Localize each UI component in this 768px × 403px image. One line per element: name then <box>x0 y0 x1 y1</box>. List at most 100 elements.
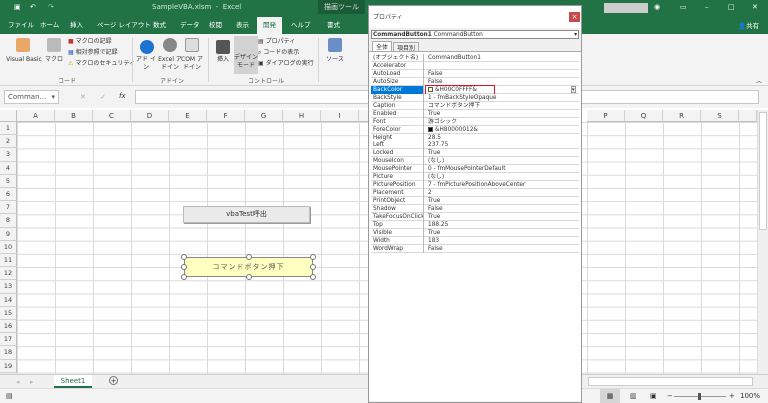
macro-security-button[interactable]: ⚠ マクロのセキュリティ <box>68 60 135 68</box>
row-header[interactable]: 19 <box>0 359 17 373</box>
row-header[interactable]: 18 <box>0 346 17 360</box>
vertical-scrollbar[interactable] <box>757 110 768 374</box>
horizontal-scrollbar[interactable] <box>588 377 753 386</box>
property-value[interactable]: (なし) <box>426 157 579 165</box>
sheet-tab-sheet1[interactable]: Sheet1 <box>54 375 92 388</box>
row-header[interactable]: 4 <box>0 161 17 175</box>
property-value[interactable]: CommandButton1 <box>426 54 579 62</box>
row-header[interactable]: 17 <box>0 333 17 347</box>
property-row[interactable]: Height 28.5 <box>371 133 579 142</box>
tab-formulas[interactable]: 数式 <box>147 17 172 34</box>
property-row[interactable]: Font 游ゴシック <box>371 117 579 126</box>
resize-handle[interactable] <box>181 264 187 270</box>
column-header[interactable]: G <box>245 110 283 122</box>
resize-handle[interactable] <box>310 264 316 270</box>
property-value[interactable]: 183 <box>426 237 579 245</box>
prev-sheet-icon[interactable]: ◂ <box>16 378 20 386</box>
redo-icon[interactable]: ↷ <box>48 0 54 14</box>
tab-all[interactable]: 全体 <box>372 41 393 51</box>
close-icon[interactable]: ✕ <box>752 0 758 14</box>
property-value[interactable]: False <box>426 205 579 213</box>
cancel-icon[interactable]: ✕ <box>80 93 86 101</box>
row-header[interactable]: 14 <box>0 293 17 307</box>
page-break-view-icon[interactable]: ▣ <box>650 392 657 400</box>
properties-close-button[interactable]: × <box>569 12 580 22</box>
property-value[interactable]: (なし) <box>426 173 579 181</box>
property-row[interactable]: Accelerator <box>371 61 579 70</box>
zoom-slider-thumb[interactable] <box>698 393 701 400</box>
property-row[interactable]: Width 183 <box>371 236 579 245</box>
column-header[interactable]: P <box>587 110 625 122</box>
property-row[interactable]: Enabled True <box>371 109 579 118</box>
run-dialog-button[interactable]: ▣ ダイアログの実行 <box>258 60 314 68</box>
tab-format[interactable]: 書式 <box>321 17 346 34</box>
macro-record-icon[interactable]: ▤ <box>6 392 13 400</box>
column-header[interactable] <box>739 110 757 122</box>
zoom-level[interactable]: 100% <box>740 392 760 400</box>
properties-title-bar[interactable]: プロパティ × <box>369 6 581 28</box>
addin-button[interactable]: アド イン <box>136 56 156 72</box>
tab-insert[interactable]: 挿入 <box>64 17 89 34</box>
property-row[interactable]: (オブジェクト名) CommandButton1 <box>371 54 579 62</box>
relative-ref-button[interactable]: ▦ 相対参照で記録 <box>68 49 118 57</box>
resize-handle[interactable] <box>310 254 316 260</box>
insert-control-button[interactable]: 挿入 <box>212 56 234 64</box>
property-row[interactable]: Locked True <box>371 149 579 158</box>
ribbon-display-icon[interactable]: ▭ <box>680 0 687 14</box>
zoom-out-icon[interactable]: − <box>667 392 673 400</box>
property-value[interactable]: True <box>426 197 579 205</box>
property-value[interactable]: True <box>426 149 579 157</box>
com-addin-button[interactable]: COM アドイン <box>180 56 204 72</box>
row-header[interactable]: 16 <box>0 320 17 334</box>
resize-handle[interactable] <box>246 254 252 260</box>
resize-handle[interactable] <box>181 254 187 260</box>
property-value[interactable]: コマンドボタン押下 <box>426 102 579 110</box>
property-row[interactable]: WordWrap False <box>371 244 579 253</box>
add-sheet-button[interactable]: + <box>109 376 118 385</box>
view-code-button[interactable]: ⌕ コードの表示 <box>258 49 299 57</box>
property-value[interactable]: 0 - fmMousePointerDefault <box>426 165 579 173</box>
row-header[interactable]: 7 <box>0 201 17 215</box>
tab-developer[interactable]: 開発 <box>257 17 282 34</box>
save-icon[interactable]: ▣ <box>14 0 21 14</box>
row-header[interactable]: 3 <box>0 148 17 162</box>
object-selector[interactable]: CommandButton1 CommandButton ▾ <box>371 30 579 39</box>
normal-view-icon[interactable]: ▦ <box>600 389 620 403</box>
property-value[interactable]: 游ゴシック <box>426 118 579 126</box>
property-row[interactable]: Placement 2 <box>371 189 579 198</box>
property-value[interactable]: False <box>426 245 579 253</box>
property-row[interactable]: ForeColor &H80000012& <box>371 125 579 134</box>
properties-button[interactable]: ▤ プロパティ <box>258 38 295 46</box>
column-header[interactable]: H <box>283 110 321 122</box>
resize-handle[interactable] <box>181 274 187 280</box>
property-value[interactable]: 2 <box>426 189 579 197</box>
row-header[interactable]: 8 <box>0 214 17 228</box>
column-header[interactable]: F <box>207 110 245 122</box>
property-value[interactable]: False <box>426 78 579 86</box>
maximize-icon[interactable]: □ <box>728 0 735 14</box>
row-header[interactable]: 15 <box>0 306 17 320</box>
column-header[interactable]: B <box>55 110 93 122</box>
property-row[interactable]: Top 188.25 <box>371 220 579 229</box>
property-value[interactable]: True <box>426 229 579 237</box>
share-button[interactable]: 👤共有 <box>738 20 759 30</box>
page-layout-view-icon[interactable]: ▥ <box>630 392 637 400</box>
enter-icon[interactable]: ✓ <box>100 93 106 101</box>
property-value[interactable]: True <box>426 213 579 221</box>
source-button[interactable]: ソース <box>324 56 346 64</box>
property-value[interactable]: 237.75 <box>426 141 579 149</box>
property-row[interactable]: BackStyle 1 - fmBackStyleOpaque <box>371 93 579 102</box>
property-row[interactable]: PrintObject True <box>371 197 579 206</box>
property-value[interactable]: &H00C0FFFF& <box>425 84 495 95</box>
account-box[interactable] <box>604 3 648 13</box>
tab-help[interactable]: ヘルプ <box>285 17 317 34</box>
row-header[interactable]: 6 <box>0 188 17 202</box>
property-value[interactable]: True <box>426 110 579 118</box>
row-header[interactable]: 11 <box>0 254 17 268</box>
property-value[interactable]: 7 - fmPicturePositionAboveCenter <box>426 181 579 189</box>
column-header[interactable]: Q <box>625 110 663 122</box>
row-header[interactable]: 2 <box>0 135 17 149</box>
property-value[interactable]: 188.25 <box>426 221 579 229</box>
row-header[interactable]: 13 <box>0 280 17 294</box>
row-header[interactable]: 5 <box>0 174 17 188</box>
